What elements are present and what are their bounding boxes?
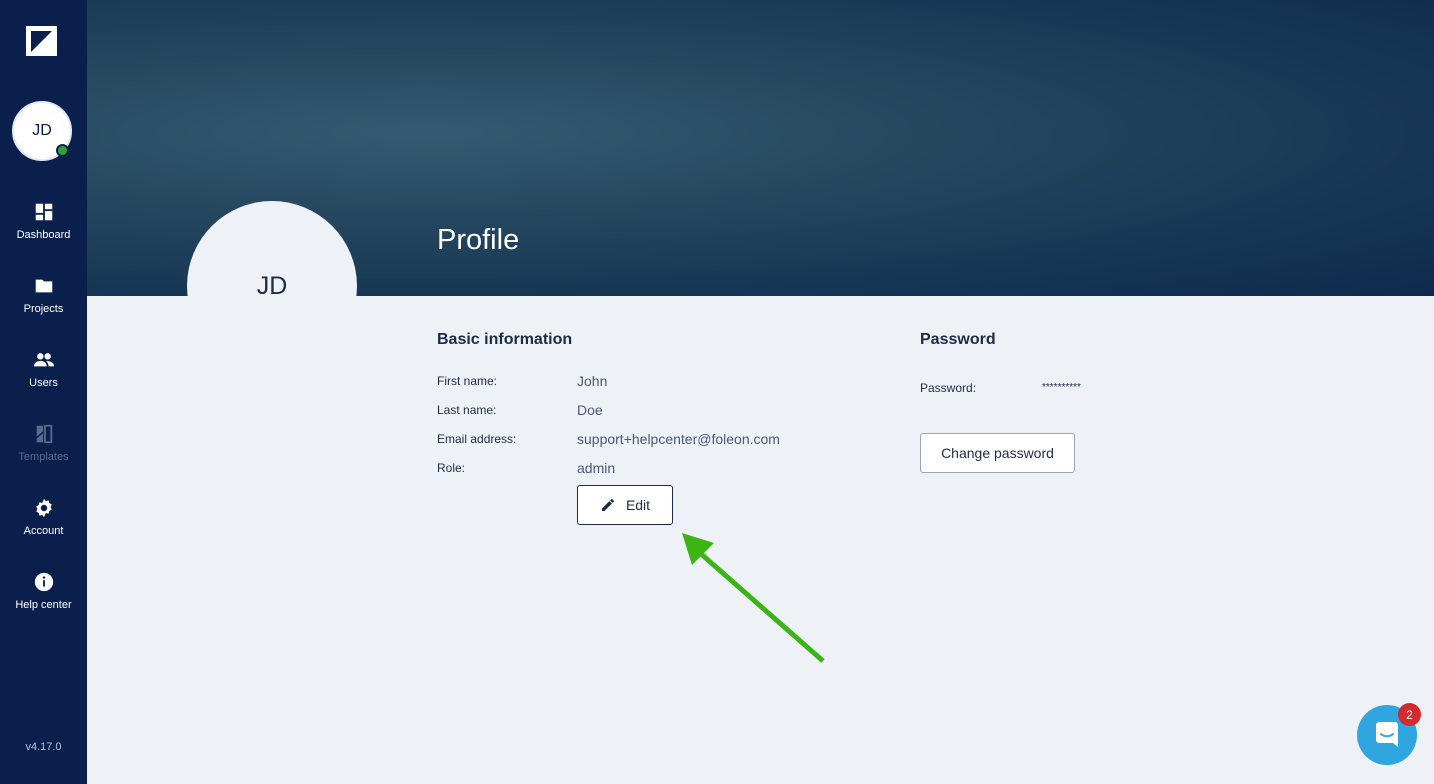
sidebar-item-account[interactable]: Account	[0, 497, 87, 537]
sidebar-item-projects[interactable]: Projects	[0, 275, 87, 315]
dashboard-icon	[35, 203, 52, 221]
change-password-button[interactable]: Change password	[920, 433, 1075, 473]
gear-icon	[35, 498, 52, 518]
last-name-value: Doe	[577, 402, 603, 418]
role-value: admin	[577, 460, 616, 476]
sidebar-item-users[interactable]: Users	[0, 349, 87, 389]
last-name-label: Last name:	[437, 403, 497, 417]
chat-notification-badge: 2	[1398, 703, 1421, 726]
sidebar: JD Dashboard Projects Users Templates Ac…	[0, 0, 87, 784]
password-value: **********	[1042, 382, 1081, 393]
sidebar-item-label: Users	[29, 377, 58, 389]
pencil-icon	[601, 498, 614, 511]
edit-button-label: Edit	[625, 497, 651, 513]
first-name-value: John	[577, 373, 608, 389]
sidebar-item-templates[interactable]: Templates	[0, 423, 87, 463]
role-label: Role:	[437, 461, 466, 475]
user-avatar-initials: JD	[32, 122, 52, 139]
sidebar-item-label: Help center	[15, 599, 72, 611]
users-icon	[33, 353, 54, 367]
info-icon	[34, 572, 53, 592]
sidebar-item-label: Templates	[18, 451, 69, 463]
sidebar-item-label: Projects	[23, 303, 64, 315]
email-label: Email address:	[437, 432, 517, 446]
sidebar-item-dashboard[interactable]: Dashboard	[0, 201, 87, 241]
folder-icon	[35, 279, 52, 293]
basic-information-title: Basic information	[437, 331, 573, 348]
edit-button[interactable]: Edit	[577, 485, 673, 525]
sidebar-item-help-center[interactable]: Help center	[0, 571, 87, 611]
templates-icon	[35, 424, 52, 444]
online-status-dot	[56, 144, 69, 157]
email-value: support+helpcenter@foleon.com	[577, 431, 780, 447]
first-name-label: First name:	[437, 374, 498, 388]
password-label: Password:	[920, 381, 977, 395]
chat-icon	[1376, 722, 1398, 747]
app-version: v4.17.0	[25, 741, 62, 753]
profile-avatar: JD	[187, 201, 357, 371]
foleon-logo[interactable]	[26, 26, 57, 56]
annotation-arrow	[682, 533, 825, 663]
password-title: Password	[920, 331, 996, 348]
sidebar-item-label: Account	[23, 525, 64, 537]
page-title: Profile	[437, 224, 520, 256]
profile-avatar-initials: JD	[256, 271, 288, 300]
sidebar-item-label: Dashboard	[16, 229, 71, 241]
